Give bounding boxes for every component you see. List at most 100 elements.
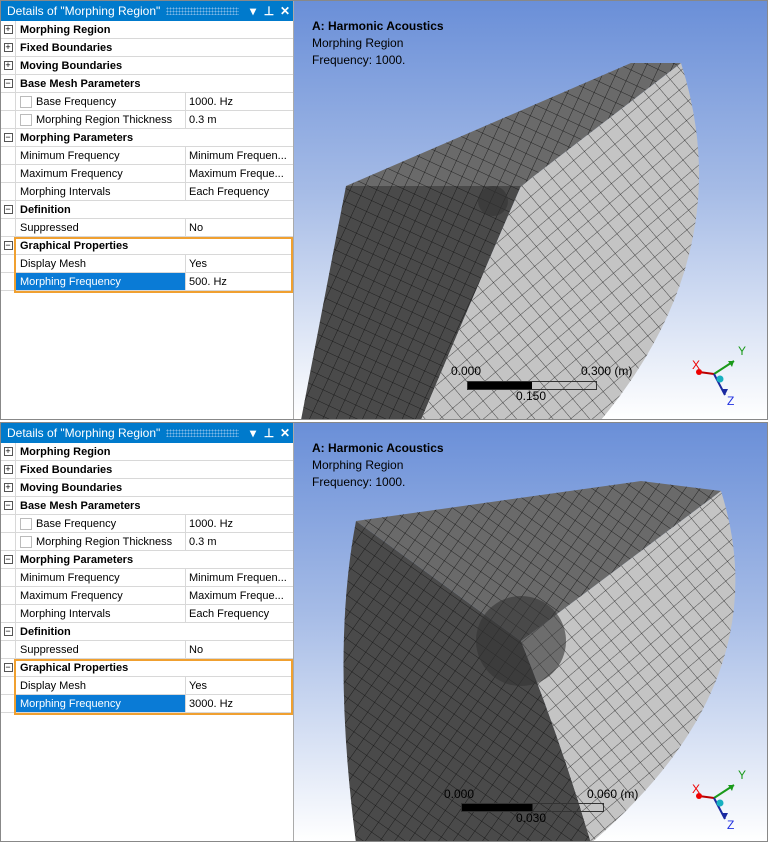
group-row[interactable]: − Definition: [1, 623, 293, 641]
group-row[interactable]: − Graphical Properties: [1, 237, 293, 255]
group-row[interactable]: − Graphical Properties: [1, 659, 293, 677]
property-name: Morphing Intervals: [20, 185, 111, 198]
expand-icon[interactable]: +: [3, 61, 13, 70]
graphics-viewport[interactable]: A: Harmonic Acoustics Morphing Region Freq…: [294, 423, 767, 841]
property-name: Suppressed: [20, 221, 79, 234]
property-row[interactable]: Minimum Frequency Minimum Frequen...: [1, 147, 293, 165]
dropdown-icon[interactable]: ▾: [245, 426, 261, 440]
pin-icon[interactable]: ⊥: [261, 426, 277, 440]
property-row[interactable]: Suppressed No: [1, 219, 293, 237]
property-row[interactable]: Morphing Region Thickness 0.3 m: [1, 533, 293, 551]
property-value[interactable]: Minimum Frequen...: [186, 147, 293, 164]
property-value[interactable]: Maximum Freque...: [186, 587, 293, 604]
group-label: Moving Boundaries: [15, 479, 293, 496]
group-row[interactable]: + Fixed Boundaries: [1, 461, 293, 479]
collapse-icon[interactable]: −: [3, 663, 13, 672]
drag-handle[interactable]: [166, 429, 239, 437]
collapse-icon[interactable]: −: [3, 133, 13, 142]
expand-icon[interactable]: +: [3, 483, 13, 492]
group-row[interactable]: − Morphing Parameters: [1, 129, 293, 147]
property-row[interactable]: Base Frequency 1000. Hz: [1, 515, 293, 533]
property-row[interactable]: Morphing Region Thickness 0.3 m: [1, 111, 293, 129]
collapse-icon[interactable]: −: [3, 79, 13, 88]
property-name: Morphing Intervals: [20, 607, 111, 620]
group-label: Fixed Boundaries: [15, 461, 293, 478]
property-value[interactable]: 3000. Hz: [186, 695, 293, 712]
details-panel-bottom: Details of "Morphing Region" ▾ ⊥ ✕ + Morphin…: [0, 422, 768, 842]
group-label: Moving Boundaries: [15, 57, 293, 74]
group-row[interactable]: − Morphing Parameters: [1, 551, 293, 569]
property-value[interactable]: Minimum Frequen...: [186, 569, 293, 586]
property-value[interactable]: Yes: [186, 677, 293, 694]
group-label: Fixed Boundaries: [15, 39, 293, 56]
property-name: Morphing Frequency: [20, 275, 121, 288]
parameter-checkbox[interactable]: [20, 95, 32, 108]
details-header: Details of "Morphing Region" ▾ ⊥ ✕: [1, 1, 293, 21]
group-row[interactable]: + Moving Boundaries: [1, 479, 293, 497]
details-view: Details of "Morphing Region" ▾ ⊥ ✕ + Morphin…: [1, 423, 294, 841]
expand-icon[interactable]: +: [3, 25, 13, 34]
collapse-icon[interactable]: −: [3, 555, 13, 564]
expand-icon[interactable]: +: [3, 465, 13, 474]
property-row[interactable]: Morphing Intervals Each Frequency: [1, 183, 293, 201]
axis-triad[interactable]: X Y Z: [689, 763, 759, 833]
scale-mid: 0.150: [516, 389, 547, 403]
property-row[interactable]: Morphing Intervals Each Frequency: [1, 605, 293, 623]
parameter-checkbox[interactable]: [20, 113, 32, 126]
property-row[interactable]: Base Frequency 1000. Hz: [1, 93, 293, 111]
refined-mesh-region: [476, 596, 566, 686]
property-value[interactable]: 0.3 m: [186, 111, 293, 128]
property-row[interactable]: Suppressed No: [1, 641, 293, 659]
group-row[interactable]: − Base Mesh Parameters: [1, 75, 293, 93]
axis-x-label: X: [692, 358, 700, 372]
property-value[interactable]: 0.3 m: [186, 533, 293, 550]
axis-y-label: Y: [738, 768, 746, 782]
property-row[interactable]: Maximum Frequency Maximum Freque...: [1, 587, 293, 605]
property-row[interactable]: Morphing Frequency 500. Hz: [1, 273, 293, 291]
dropdown-icon[interactable]: ▾: [245, 4, 261, 18]
group-row[interactable]: + Morphing Region: [1, 443, 293, 461]
collapse-icon[interactable]: −: [3, 205, 13, 214]
property-value[interactable]: No: [186, 641, 293, 658]
property-row[interactable]: Maximum Frequency Maximum Freque...: [1, 165, 293, 183]
group-row[interactable]: − Definition: [1, 201, 293, 219]
group-label: Morphing Parameters: [15, 129, 293, 146]
group-row[interactable]: + Moving Boundaries: [1, 57, 293, 75]
expand-icon[interactable]: +: [3, 447, 13, 456]
property-value[interactable]: No: [186, 219, 293, 236]
property-row[interactable]: Display Mesh Yes: [1, 255, 293, 273]
pin-icon[interactable]: ⊥: [261, 4, 277, 18]
group-label: Morphing Parameters: [15, 551, 293, 568]
property-value[interactable]: Each Frequency: [186, 605, 293, 622]
parameter-checkbox[interactable]: [20, 517, 32, 530]
property-row[interactable]: Morphing Frequency 3000. Hz: [1, 695, 293, 713]
expand-icon[interactable]: +: [3, 43, 13, 52]
collapse-icon[interactable]: −: [3, 501, 13, 510]
group-row[interactable]: − Base Mesh Parameters: [1, 497, 293, 515]
axis-triad[interactable]: X Y Z: [689, 339, 759, 409]
axis-x-label: X: [692, 782, 700, 796]
property-value[interactable]: 1000. Hz: [186, 93, 293, 110]
close-icon[interactable]: ✕: [277, 426, 293, 440]
collapse-icon[interactable]: −: [3, 241, 13, 250]
property-value[interactable]: Yes: [186, 255, 293, 272]
axis-y-label: Y: [738, 344, 746, 358]
collapse-icon[interactable]: −: [3, 627, 13, 636]
property-value[interactable]: 1000. Hz: [186, 515, 293, 532]
property-name: Minimum Frequency: [20, 571, 120, 584]
property-value[interactable]: Each Frequency: [186, 183, 293, 200]
parameter-checkbox[interactable]: [20, 535, 32, 548]
graphics-viewport[interactable]: A: Harmonic Acoustics Morphing Region Freq…: [294, 1, 767, 419]
property-row[interactable]: Display Mesh Yes: [1, 677, 293, 695]
group-label: Definition: [15, 623, 293, 640]
group-row[interactable]: + Morphing Region: [1, 21, 293, 39]
group-row[interactable]: + Fixed Boundaries: [1, 39, 293, 57]
frequency-label: Frequency: 1000.: [312, 53, 406, 67]
property-value[interactable]: 500. Hz: [186, 273, 293, 290]
drag-handle[interactable]: [166, 7, 239, 15]
property-value[interactable]: Maximum Freque...: [186, 165, 293, 182]
scale-mid: 0.030: [516, 811, 547, 825]
property-row[interactable]: Minimum Frequency Minimum Frequen...: [1, 569, 293, 587]
axis-z-label: Z: [727, 818, 734, 832]
close-icon[interactable]: ✕: [277, 4, 293, 18]
